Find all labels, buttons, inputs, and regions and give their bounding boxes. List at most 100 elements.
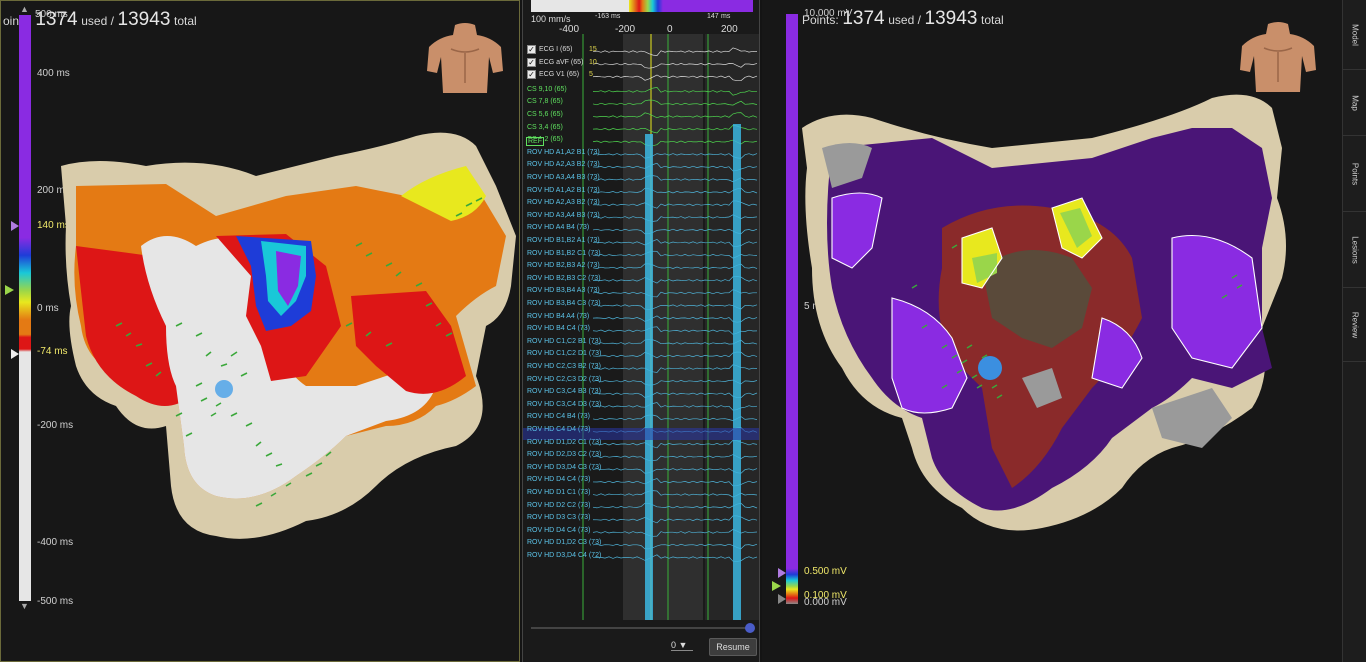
tab-review[interactable]: Review <box>1343 288 1366 362</box>
rov-channel-row[interactable]: ROV HD B4 A4 (73) <box>523 311 759 324</box>
signal-panel[interactable]: 100 mm/s -163 ms 147 ms -400 -200 0 200 … <box>522 0 760 662</box>
rov-channel-row[interactable]: ROV HD D1 C1 (73) <box>523 487 759 500</box>
timeline-scrollbar[interactable] <box>531 627 753 629</box>
rov-channel-row[interactable]: ROV HD B1,B2 C1 (73) <box>523 248 759 261</box>
lat-anatomy-map[interactable] <box>56 126 520 551</box>
scale-up-arrow-icon[interactable]: ▲ <box>20 4 29 14</box>
rov-channel-row[interactable]: ROV HD D1,D2 C3 (73) <box>523 537 759 550</box>
rov-channel-row[interactable]: ROV HD C4 D4 (73) <box>523 424 759 437</box>
scale-label-max: 500 ms <box>35 9 68 20</box>
channel-label: ROV HD A4 B4 (73) <box>527 224 590 232</box>
tab-lesions[interactable]: Lesions <box>1343 212 1366 288</box>
channel-label: ROV HD D1 C1 (73) <box>527 489 591 496</box>
rov-channel-row[interactable]: ROV HD A3,A4 B3 (73) <box>523 210 759 223</box>
channel-label: ROV HD D4 C4 (73) <box>527 476 591 484</box>
lower-threshold-handle[interactable] <box>11 349 19 359</box>
torso-orientation-icon[interactable] <box>1238 22 1318 94</box>
rov-channel-row[interactable]: ROV HD B3,B4 A3 (73) <box>523 285 759 298</box>
cs-channel-row[interactable]: CS 9,10 (65) <box>523 84 759 97</box>
window-of-interest-bar[interactable] <box>531 0 753 12</box>
channel-checkbox[interactable]: ✓ <box>527 70 536 80</box>
channel-label: ROV HD D1,D2 C3 (73) <box>527 539 602 547</box>
sweep-speed[interactable]: 100 mm/s <box>531 14 571 24</box>
upper-voltage-handle[interactable] <box>778 568 786 578</box>
reference-channel-tag[interactable]: REF <box>526 137 544 146</box>
channel-label: ROV HD C1,C2 B1 (73) <box>527 337 601 345</box>
rov-channel-row[interactable]: ROV HD C3,C4 D3 (73) <box>523 399 759 412</box>
voltage-map-viewport[interactable]: Points: 1374 used / 13943 total 10.000 m… <box>762 0 1342 662</box>
page-select[interactable]: 0 ▼ <box>671 640 693 651</box>
channel-checkbox[interactable]: ✓ <box>527 45 536 54</box>
channel-label: ROV HD A2,A3 B2 (73) <box>527 199 600 207</box>
page-select-value: 0 <box>671 640 677 650</box>
channel-label: ROV HD B3,B4 C3 (73) <box>527 300 601 307</box>
used-label: used / <box>81 14 114 28</box>
rov-channel-row[interactable]: ROV HD D3 C3 (73) <box>523 512 759 525</box>
scale-down-arrow-icon[interactable]: ▼ <box>20 601 29 611</box>
lower-voltage-handle[interactable] <box>778 594 786 604</box>
channel-label: ROV HD B2,B3 C2 (73) <box>527 274 601 282</box>
rov-channel-row[interactable]: ROV HD A2,A3 B2 (73) <box>523 159 759 172</box>
woi-right-value: 147 <box>707 13 719 20</box>
voltage-marker-handle[interactable] <box>772 581 781 591</box>
tab-points-label: Points <box>1350 162 1360 185</box>
channel-label: ROV HD B3,B4 A3 (73) <box>527 287 600 295</box>
rov-channel-row[interactable]: ROV HD D2 C2 (73) <box>523 500 759 513</box>
rov-channel-row[interactable]: ROV HD C1,C2 D1 (73) <box>523 348 759 361</box>
channel-label: ROV HD C1,C2 D1 (73) <box>527 350 602 358</box>
channel-label: ROV HD C4 B4 (73) <box>527 413 591 421</box>
rov-channel-row[interactable]: ROV HD B1,B2 A1 (73) <box>523 235 759 248</box>
cs-channel-row[interactable]: CS 1,2 (65) <box>523 134 759 147</box>
channel-label: CS 7,8 (65) <box>527 98 563 106</box>
rov-channel-row[interactable]: ROV HD A2,A3 B2 (73) <box>523 197 759 210</box>
tab-map[interactable]: Map <box>1343 70 1366 136</box>
signal-toolbar: 100 mm/s -163 ms 147 ms -400 -200 0 200 <box>523 0 759 35</box>
rov-channel-row[interactable]: ROV HD D3,D4 C3 (73) <box>523 462 759 475</box>
rov-channel-row[interactable]: ROV HD C2,C3 D2 (73) <box>523 374 759 387</box>
channel-label: ROV HD D2 C2 (73) <box>527 501 591 509</box>
rov-channel-row[interactable]: ROV HD D4 C4 (73) <box>523 525 759 538</box>
rov-channel-row[interactable]: ROV HD C2,C3 B2 (73) <box>523 361 759 374</box>
cs-channel-row[interactable]: CS 3,4 (65) <box>523 122 759 135</box>
ecg-channel-row[interactable]: ✓ 5 ECG V1 (65) <box>523 69 759 82</box>
upper-threshold-handle[interactable] <box>11 221 19 231</box>
channel-label: ROV HD B1,B2 A1 (73) <box>527 237 600 244</box>
tab-model[interactable]: Model <box>1343 0 1366 70</box>
resume-button[interactable]: Resume <box>709 638 757 656</box>
channel-label: ROV HD C3,C4 B3 (73) <box>527 388 601 396</box>
ecg-channel-row[interactable]: ✓ 10 ECG aVF (65) <box>523 57 759 70</box>
ecg-channel-row[interactable]: ✓ 15 ECG I (65) <box>523 44 759 57</box>
rov-channel-row[interactable]: ROV HD A1,A2 B1 (73) <box>523 147 759 160</box>
channel-gain: 5 <box>589 71 593 79</box>
rov-channel-row[interactable]: ROV HD B2,B3 A2 (73) <box>523 260 759 273</box>
channel-label: ROV HD B4 A4 (73) <box>527 312 590 320</box>
tab-points[interactable]: Points <box>1343 136 1366 212</box>
rov-channel-row[interactable]: ROV HD A3,A4 B3 (73) <box>523 172 759 185</box>
rov-channel-row[interactable]: ROV HD A4 B4 (73) <box>523 222 759 235</box>
rov-channel-row[interactable]: ROV HD B4 C4 (73) <box>523 323 759 336</box>
side-tab-bar: Model Map Points Lesions Review <box>1342 0 1366 662</box>
lat-map-viewport[interactable]: oints: 1374 used / 13943 total ▲ ▼ 500 m… <box>0 0 520 662</box>
scale-label-min: 0.000 mV <box>804 597 847 608</box>
lat-marker-handle[interactable] <box>5 285 14 295</box>
timeline-play-icon[interactable] <box>745 623 755 633</box>
rov-channel-row[interactable]: ROV HD D3,D4 C4 (72) <box>523 550 759 563</box>
rov-channel-row[interactable]: ROV HD B2,B3 C2 (73) <box>523 273 759 286</box>
cs-channel-row[interactable]: CS 7,8 (65) <box>523 96 759 109</box>
points-total: 13943 <box>117 9 171 30</box>
rov-channel-row[interactable]: ROV HD D4 C4 (73) <box>523 474 759 487</box>
rov-channel-row[interactable]: ROV HD C3,C4 B3 (73) <box>523 386 759 399</box>
rov-channel-row[interactable]: ROV HD D1,D2 C1 (73) <box>523 437 759 450</box>
voltage-anatomy-map[interactable] <box>792 88 1312 538</box>
rov-channel-row[interactable]: ROV HD C1,C2 B1 (73) <box>523 336 759 349</box>
rov-channel-row[interactable]: ROV HD A1,A2 B1 (73) <box>523 185 759 198</box>
channel-label: ROV HD C3,C4 D3 (73) <box>527 400 602 408</box>
rov-channel-row[interactable]: ROV HD C4 B4 (73) <box>523 411 759 424</box>
cs-channel-row[interactable]: CS 5,6 (65) <box>523 109 759 122</box>
channel-gain: 15 <box>589 46 597 53</box>
torso-orientation-icon[interactable] <box>425 23 505 95</box>
rov-channel-row[interactable]: ROV HD D2,D3 C2 (73) <box>523 449 759 462</box>
rov-channel-row[interactable]: ROV HD B3,B4 C3 (73) <box>523 298 759 311</box>
channel-checkbox[interactable]: ✓ <box>527 57 536 67</box>
tab-model-label: Model <box>1350 23 1360 46</box>
